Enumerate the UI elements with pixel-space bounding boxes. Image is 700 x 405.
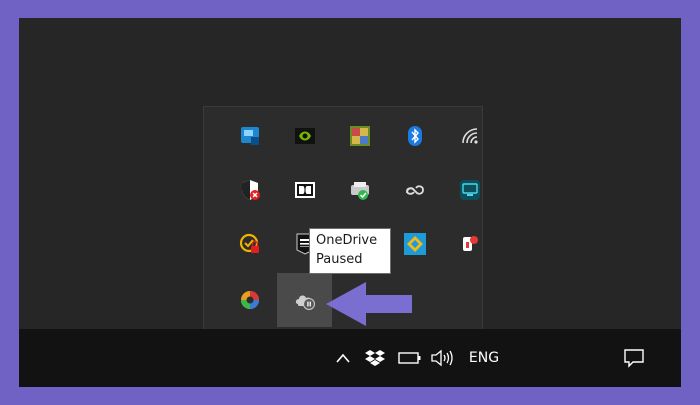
dropbox-tray-button[interactable] bbox=[362, 344, 388, 372]
taskbar: ENG bbox=[19, 329, 681, 387]
blue-diamond-icon bbox=[403, 233, 426, 255]
tray-icon-dolby[interactable] bbox=[277, 163, 332, 217]
show-hidden-icons-button[interactable] bbox=[331, 344, 355, 372]
volume-tray-button[interactable] bbox=[429, 344, 455, 372]
onedrive-paused-icon bbox=[295, 295, 315, 310]
tray-icon-bluetooth[interactable] bbox=[387, 109, 442, 163]
dolby-icon bbox=[294, 182, 315, 198]
notification-speech-bubble-icon bbox=[624, 349, 644, 368]
desktop-screen: OneDrive Paused ENG bbox=[19, 18, 681, 387]
tray-icon-windows-security[interactable] bbox=[222, 163, 277, 217]
input-language-indicator[interactable]: ENG bbox=[464, 344, 504, 372]
dropbox-icon bbox=[365, 350, 385, 366]
tray-icon-blue-app[interactable] bbox=[387, 217, 442, 271]
network-wifi-icon bbox=[461, 128, 478, 144]
battery-icon bbox=[398, 352, 421, 364]
intel-graphics-icon bbox=[240, 127, 259, 145]
printer-check-icon bbox=[350, 182, 369, 200]
monitor-app-icon bbox=[459, 180, 480, 200]
speaker-volume-icon bbox=[431, 349, 453, 367]
tooltip-line-1: OneDrive bbox=[316, 233, 378, 248]
tray-icon-printer[interactable] bbox=[332, 163, 387, 217]
chevron-up-icon bbox=[336, 353, 350, 363]
bluetooth-icon bbox=[407, 126, 422, 146]
nvidia-icon bbox=[294, 128, 315, 144]
color-grid-icon bbox=[349, 126, 370, 146]
tray-icon-red-app[interactable] bbox=[442, 217, 497, 271]
colorful-gear-icon bbox=[240, 291, 259, 309]
tray-icon-network[interactable] bbox=[442, 109, 497, 163]
tray-icon-colorful-gear[interactable] bbox=[222, 273, 277, 327]
action-center-button[interactable] bbox=[621, 344, 647, 372]
tray-icon-vpn[interactable] bbox=[222, 217, 277, 271]
tray-icon-color-grid[interactable] bbox=[332, 109, 387, 163]
tray-icon-creative-cloud[interactable] bbox=[387, 163, 442, 217]
tray-icon-nvidia[interactable] bbox=[277, 109, 332, 163]
security-shield-icon bbox=[241, 180, 260, 200]
battery-tray-button[interactable] bbox=[397, 344, 423, 372]
tray-icon-intel-graphics[interactable] bbox=[222, 109, 277, 163]
tooltip-line-2: Paused bbox=[316, 252, 363, 267]
left-arrow-annotation bbox=[326, 282, 412, 326]
vpn-lock-icon bbox=[239, 233, 259, 253]
tray-icon-monitor-app[interactable] bbox=[442, 163, 497, 217]
creative-cloud-icon bbox=[405, 185, 424, 195]
onedrive-tooltip: OneDrive Paused bbox=[309, 228, 391, 274]
red-app-icon bbox=[462, 236, 478, 251]
